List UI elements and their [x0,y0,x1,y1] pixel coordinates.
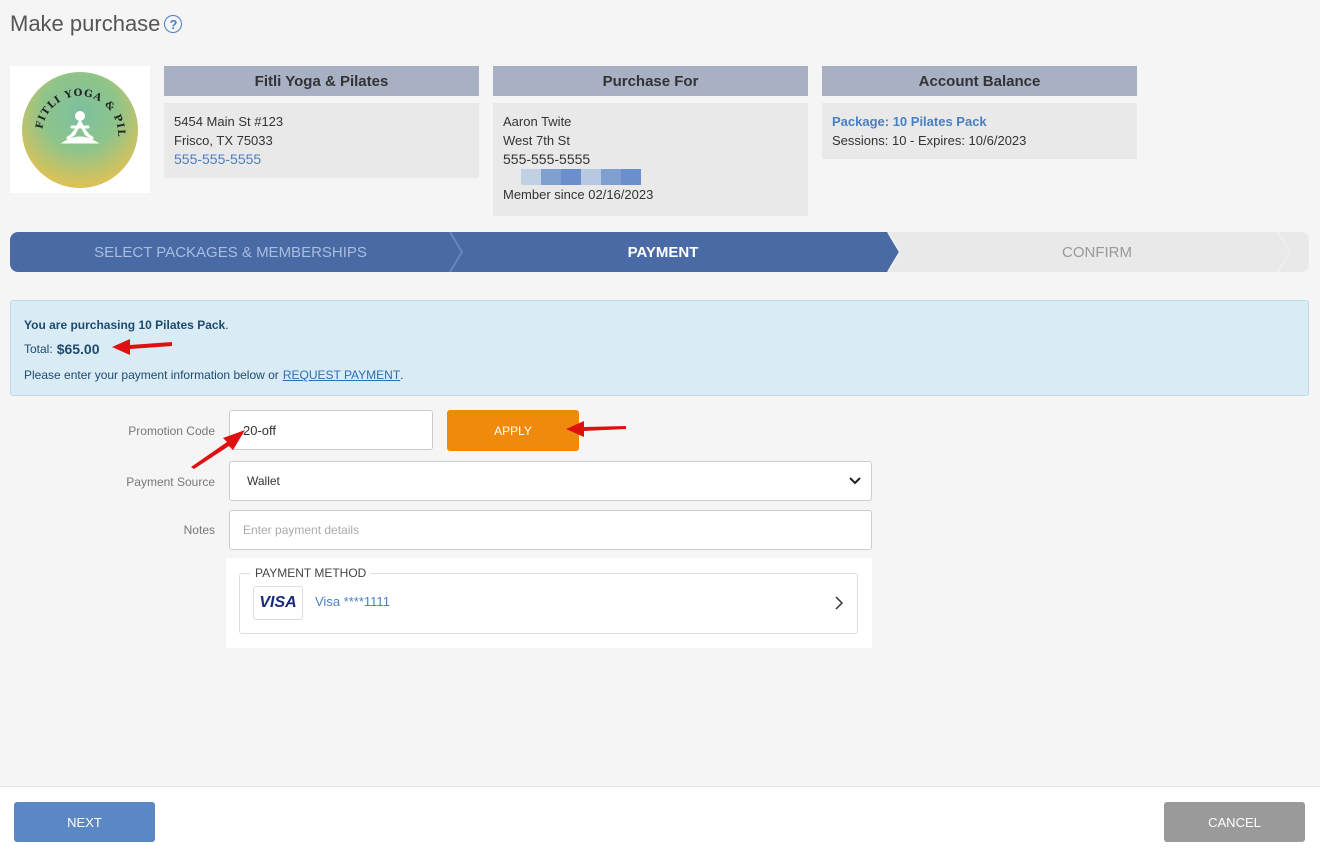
annotation-arrow-icon [112,339,172,355]
studio-card: Fitli Yoga & Pilates 5454 Main St #123 F… [164,66,479,178]
step-confirm[interactable]: CONFIRM [890,232,1304,272]
studio-card-body: 5454 Main St #123 Frisco, TX 75033 555-5… [164,103,479,178]
purchase-for-header: Purchase For [493,66,808,96]
studio-logo-image: FITLI YOGA & PILATES [22,71,138,188]
balance-details: Sessions: 10 - Expires: 10/6/2023 [832,133,1027,148]
chevron-right-icon [835,596,843,610]
purchase-for-body: Aaron Twite West 7th St 555-555-5555 Mem… [493,103,808,216]
studio-logo: FITLI YOGA & PILATES [10,66,150,193]
studio-phone-link[interactable]: 555-555-5555 [174,150,469,169]
apply-button[interactable]: APPLY [447,410,579,451]
purchase-summary-alert: You are purchasing 10 Pilates Pack. Tota… [10,300,1309,396]
payment-source-label: Payment Source [126,475,215,489]
promo-code-input[interactable]: 20-off [229,410,433,450]
redacted-email [521,169,798,185]
studio-address-line2: Frisco, TX 75033 [174,133,273,148]
payment-source-select[interactable]: Wallet [229,461,872,501]
customer-street: West 7th St [503,133,570,148]
purchasing-prefix: You are purchasing [24,318,136,332]
payment-method-card[interactable]: PAYMENT METHOD VISA Visa ****1111 [239,566,858,634]
checkout-stepper: SELECT PACKAGES & MEMBERSHIPS PAYMENT CO… [10,232,1309,272]
payment-instruction: Please enter your payment information be… [24,368,279,382]
annotation-arrow-icon [566,421,626,437]
promo-code-label: Promotion Code [128,424,215,438]
help-icon[interactable]: ? [164,15,183,33]
purchase-for-card: Purchase For Aaron Twite West 7th St 555… [493,66,808,216]
annotation-arrow-icon [191,430,245,469]
customer-phone: 555-555-5555 [503,151,591,167]
next-button[interactable]: NEXT [14,802,155,842]
account-balance-card: Account Balance Package: 10 Pilates Pack… [822,66,1137,159]
yoga-figure-icon: FITLI YOGA & PILATES [22,72,125,143]
studio-address-line1: 5454 Main St #123 [174,114,284,129]
member-since: Member since 02/16/2023 [503,187,654,202]
footer-bar: NEXT CANCEL [0,786,1320,852]
customer-name: Aaron Twite [503,114,572,129]
visa-logo-icon: VISA [253,586,303,620]
total-value: $65.00 [56,341,100,357]
total-label: Total: [24,342,53,356]
purchasing-item: 10 Pilates Pack [138,318,226,332]
account-balance-header: Account Balance [822,66,1137,96]
studio-card-header: Fitli Yoga & Pilates [164,66,479,96]
chevron-down-icon [849,477,861,485]
payment-method-legend: PAYMENT METHOD [250,566,372,580]
balance-package-link[interactable]: Package: 10 Pilates Pack [832,112,1127,131]
card-description: Visa ****1111 [315,594,390,609]
step-payment[interactable]: PAYMENT [452,232,874,272]
payment-method-panel: PAYMENT METHOD VISA Visa ****1111 [226,558,872,648]
notes-label: Notes [183,523,215,537]
cancel-button[interactable]: CANCEL [1164,802,1305,842]
request-payment-link[interactable]: REQUEST PAYMENT [283,368,400,382]
page-title: Make purchase ? [10,11,183,37]
page-title-text: Make purchase [10,11,161,36]
account-balance-body: Package: 10 Pilates Pack Sessions: 10 - … [822,103,1137,159]
payment-source-value: Wallet [247,474,280,488]
step-select-packages[interactable]: SELECT PACKAGES & MEMBERSHIPS [10,232,451,272]
notes-input[interactable]: Enter payment details [229,510,872,550]
